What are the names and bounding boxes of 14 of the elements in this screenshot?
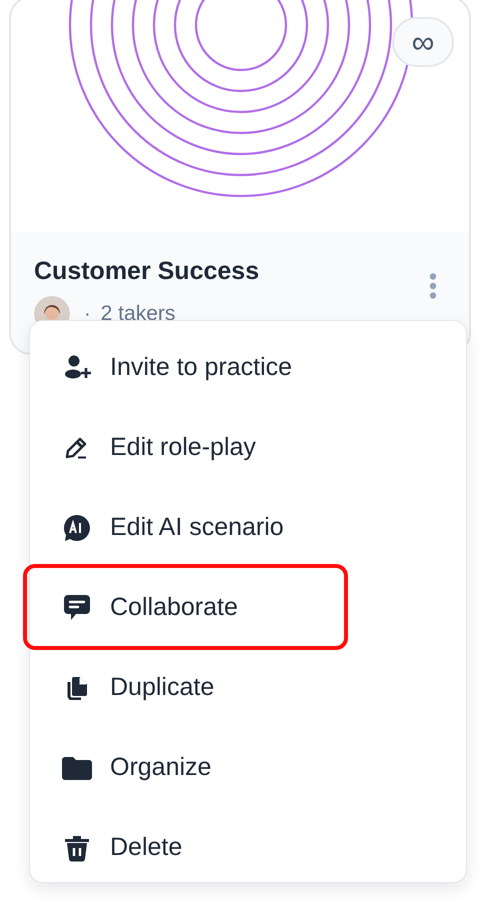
folder-icon xyxy=(60,756,94,780)
kebab-icon xyxy=(429,273,437,299)
card-title: Customer Success xyxy=(34,256,260,287)
more-options-button[interactable] xyxy=(427,271,439,301)
menu-item[interactable]: Collaborate xyxy=(30,568,466,648)
menu-item[interactable]: Invite to practice xyxy=(30,328,466,408)
menu-item[interactable]: Edit AI scenario xyxy=(30,488,466,568)
menu-item[interactable]: Organize xyxy=(30,728,466,808)
separator-dot: · xyxy=(84,302,91,327)
menu-item[interactable]: Delete xyxy=(30,808,466,888)
menu-item[interactable]: Duplicate xyxy=(30,648,466,728)
menu-item[interactable]: Edit role-play xyxy=(30,408,466,488)
infinity-badge: ∞ xyxy=(392,17,454,67)
takers-count: 2 takers xyxy=(100,301,176,328)
